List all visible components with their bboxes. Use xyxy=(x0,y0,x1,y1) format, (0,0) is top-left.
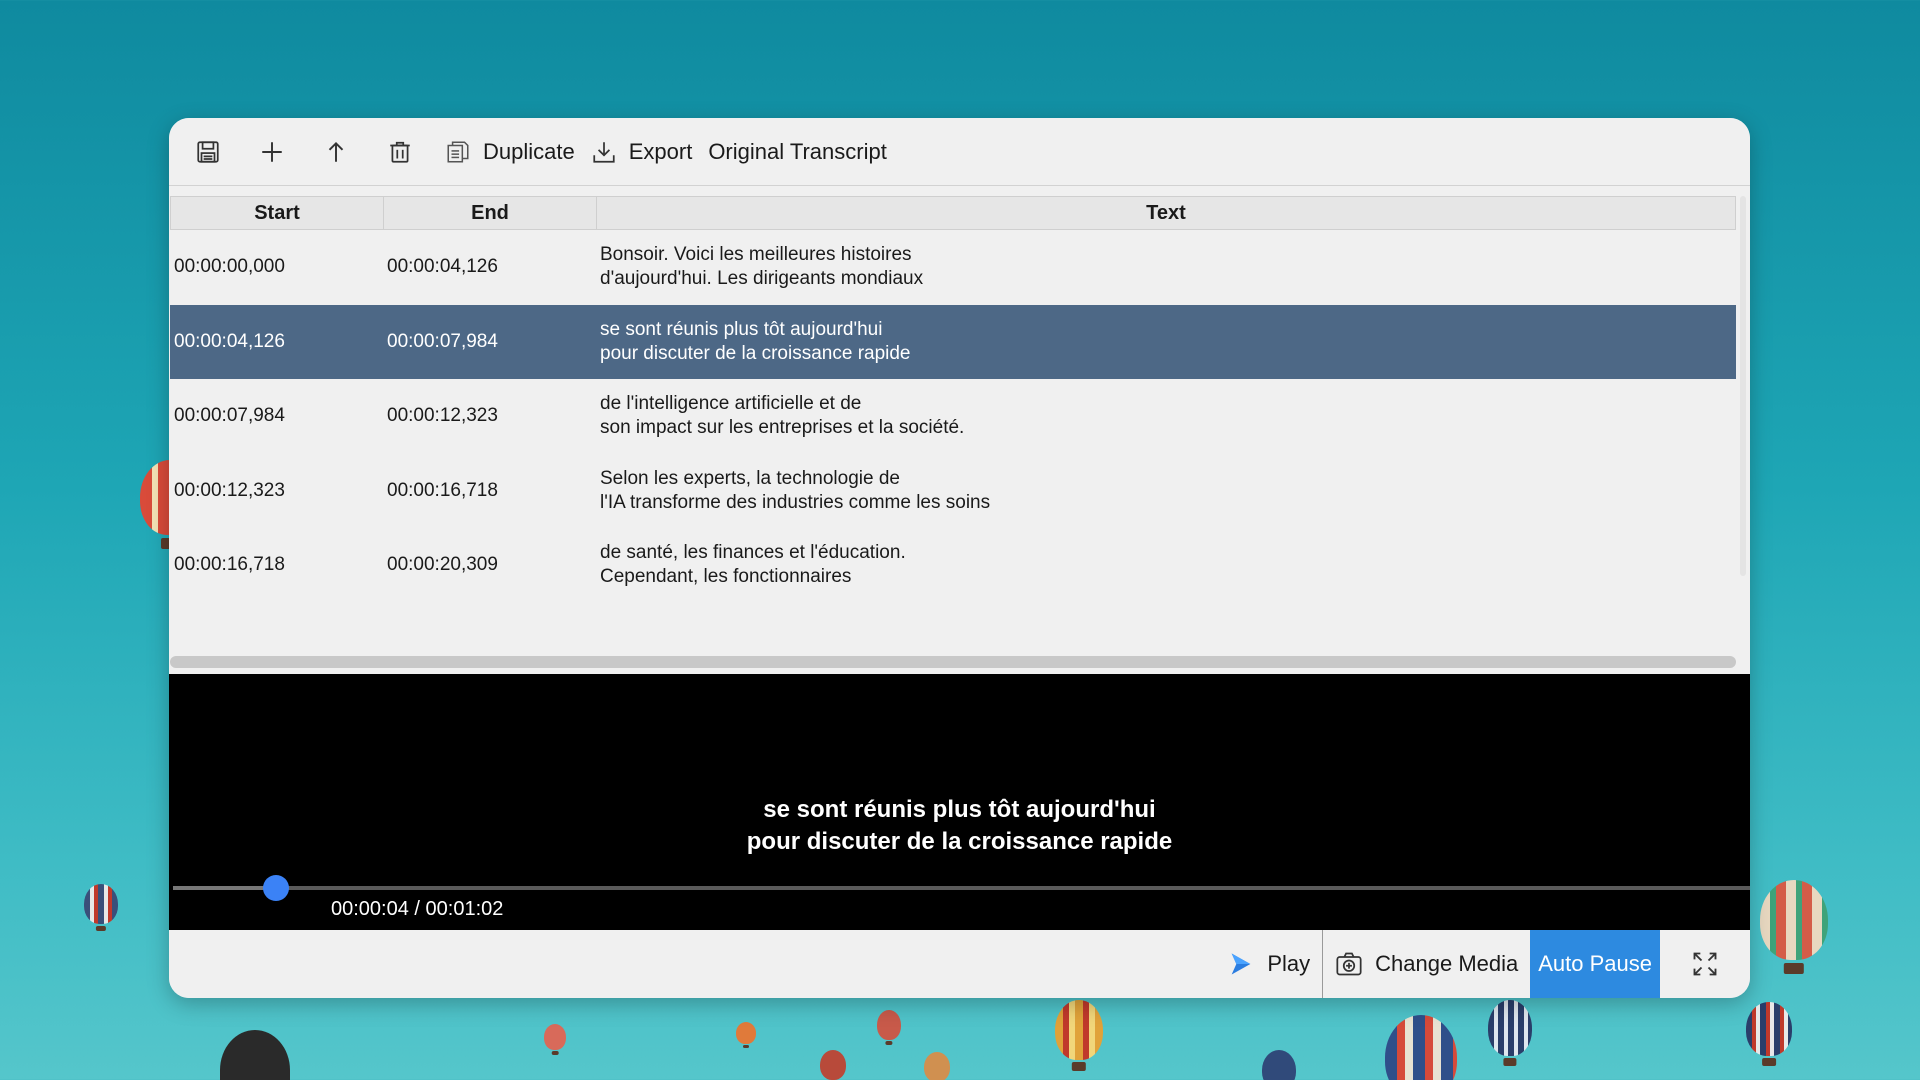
cell-text-line: l'IA transforme des industries comme les… xyxy=(600,491,991,513)
cell-text: de l'intelligence artificielle et de son… xyxy=(596,392,1736,440)
cell-text-line: de l'intelligence artificielle et de xyxy=(600,393,862,415)
vertical-scrollbar[interactable] xyxy=(1740,196,1746,576)
duplicate-button[interactable]: Duplicate xyxy=(437,130,583,174)
background-balloon xyxy=(84,884,118,924)
background-balloon xyxy=(877,1010,901,1040)
cell-start: 00:00:12,323 xyxy=(174,479,285,501)
fullscreen-button[interactable] xyxy=(1660,930,1750,998)
background-balloon xyxy=(1488,1000,1532,1056)
table-header: Start End Text xyxy=(170,196,1736,230)
background-balloon xyxy=(736,1022,756,1044)
auto-pause-label: Auto Pause xyxy=(1538,951,1652,976)
cell-start: 00:00:04,126 xyxy=(174,330,285,352)
download-icon xyxy=(593,141,615,163)
cell-text-line: Bonsoir. Voici les meilleures histoires xyxy=(600,244,912,266)
cell-text-line: Cependant, les fonctionnaires xyxy=(600,566,852,588)
cell-end: 00:00:07,984 xyxy=(387,330,498,352)
background-balloon xyxy=(1385,1015,1457,1080)
export-label: Export xyxy=(628,138,693,164)
cell-start: 00:00:16,718 xyxy=(174,554,285,576)
auto-pause-toggle[interactable]: Auto Pause xyxy=(1530,930,1660,998)
fullscreen-icon xyxy=(1693,952,1717,976)
cell-text-line: pour discuter de la croissance rapide xyxy=(600,342,911,364)
seek-bar-progress xyxy=(173,886,276,890)
cell-end: 00:00:20,309 xyxy=(387,554,498,576)
add-icon xyxy=(262,141,282,162)
background-balloon xyxy=(924,1052,950,1080)
change-media-button[interactable]: Change Media xyxy=(1323,930,1530,998)
duplicate-icon xyxy=(447,140,469,163)
cell-text-line: Selon les experts, la technologie de xyxy=(600,467,900,489)
cell-start: 00:00:00,000 xyxy=(174,256,285,278)
background-balloon xyxy=(1055,1000,1103,1060)
background-balloon xyxy=(1746,1002,1792,1056)
save-button[interactable] xyxy=(181,130,235,174)
play-icon xyxy=(1232,953,1251,975)
cell-end: 00:00:12,323 xyxy=(387,405,498,427)
table-row[interactable]: 00:00:07,984 00:00:12,323 de l'intellige… xyxy=(170,379,1736,454)
seek-handle[interactable] xyxy=(263,875,289,901)
original-transcript-label: Original Transcript xyxy=(708,138,887,164)
background-balloon xyxy=(1262,1050,1296,1080)
playback-controls: Play Change Media Auto Pause xyxy=(169,930,1750,998)
delete-button[interactable] xyxy=(373,130,427,174)
cell-end: 00:00:04,126 xyxy=(387,256,498,278)
cell-end: 00:00:16,718 xyxy=(387,479,498,501)
subtitle-line: se sont réunis plus tôt aujourd'hui xyxy=(763,796,1156,823)
add-row-button[interactable] xyxy=(245,130,299,174)
table-row[interactable]: 00:00:00,000 00:00:04,126 Bonsoir. Voici… xyxy=(170,230,1736,305)
toolbar: Duplicate Export Original Transcript xyxy=(169,118,1750,186)
subtitle-table: Start End Text 00:00:00,000 00:00:04,126… xyxy=(169,186,1750,674)
background-balloon xyxy=(820,1050,846,1080)
header-end[interactable]: End xyxy=(384,197,597,229)
background-balloon xyxy=(1760,880,1828,960)
change-media-label: Change Media xyxy=(1375,951,1519,976)
save-icon xyxy=(197,140,219,163)
cell-text: Selon les experts, la technologie de l'I… xyxy=(596,467,1736,515)
horizontal-scrollbar[interactable] xyxy=(170,656,1736,668)
cell-text-line: de santé, les finances et l'éducation. xyxy=(600,542,906,564)
background-balloon xyxy=(544,1024,566,1050)
cell-text: se sont réunis plus tôt aujourd'hui pour… xyxy=(596,318,1736,366)
table-row-selected[interactable]: 00:00:04,126 00:00:07,984 se sont réunis… xyxy=(170,304,1736,379)
cell-text: Bonsoir. Voici les meilleures histoires … xyxy=(596,243,1736,291)
play-label: Play xyxy=(1267,951,1311,976)
subtitle-overlay: se sont réunis plus tôt aujourd'hui pour… xyxy=(169,794,1750,858)
table-row[interactable]: 00:00:16,718 00:00:20,309 de santé, les … xyxy=(170,528,1736,603)
header-text[interactable]: Text xyxy=(597,197,1735,229)
table-body: 00:00:00,000 00:00:04,126 Bonsoir. Voici… xyxy=(170,230,1736,603)
subtitle-editor-window: Duplicate Export Original Transcript Sta… xyxy=(169,118,1750,998)
arrow-up-icon xyxy=(328,141,344,162)
trash-icon xyxy=(390,141,410,163)
video-player[interactable]: se sont réunis plus tôt aujourd'hui pour… xyxy=(169,674,1750,930)
original-transcript-button[interactable]: Original Transcript xyxy=(700,130,895,174)
header-start[interactable]: Start xyxy=(171,197,384,229)
cell-text-line: d'aujourd'hui. Les dirigeants mondiaux xyxy=(600,268,924,290)
background-figure xyxy=(220,1030,290,1080)
camera-icon xyxy=(1336,952,1362,976)
move-up-button[interactable] xyxy=(309,130,363,174)
duplicate-label: Duplicate xyxy=(483,138,575,164)
table-row[interactable]: 00:00:12,323 00:00:16,718 Selon les expe… xyxy=(170,454,1736,529)
cell-text-line: son impact sur les entreprises et la soc… xyxy=(600,417,965,439)
cell-text-line: se sont réunis plus tôt aujourd'hui xyxy=(600,318,883,340)
play-button[interactable]: Play xyxy=(1215,930,1324,998)
subtitle-line: pour discuter de la croissance rapide xyxy=(746,828,1173,855)
cell-text: de santé, les finances et l'éducation. C… xyxy=(596,541,1736,589)
cell-start: 00:00:07,984 xyxy=(174,405,285,427)
time-display: 00:00:04 / 00:01:02 xyxy=(323,890,521,928)
export-button[interactable]: Export xyxy=(583,130,701,174)
